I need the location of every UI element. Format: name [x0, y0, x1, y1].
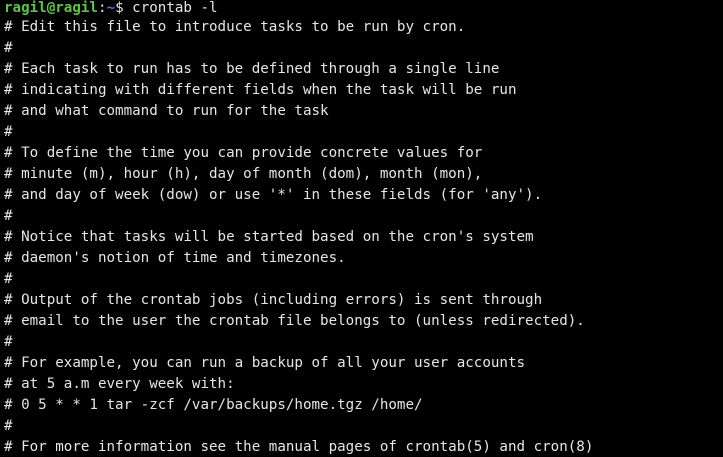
- output-line: # Notice that tasks will be started base…: [4, 229, 534, 245]
- output-line: # daemon's notion of time and timezones.: [4, 250, 346, 266]
- prompt-path: ~: [106, 0, 116, 16]
- prompt-symbol: $: [115, 0, 133, 16]
- terminal-window[interactable]: ragil@ragil:~$ crontab -l # Edit this fi…: [0, 0, 723, 457]
- output-line: # Output of the crontab jobs (including …: [4, 292, 543, 308]
- output-line: #: [4, 334, 13, 350]
- output-line: #: [4, 208, 13, 224]
- output-line: # For more information see the manual pa…: [4, 439, 594, 455]
- output-line: # 0 5 * * 1 tar -zcf /var/backups/home.t…: [4, 397, 423, 413]
- prompt-user-host: ragil@ragil: [4, 0, 98, 16]
- output-line: # Each task to run has to be defined thr…: [4, 61, 500, 77]
- prompt-command: crontab -l: [132, 0, 218, 16]
- output-line: # Edit this file to introduce tasks to b…: [4, 19, 466, 35]
- output-line: #: [4, 124, 13, 140]
- output-line: # indicating with different fields when …: [4, 82, 517, 98]
- output-line: # at 5 a.m every week with:: [4, 376, 235, 392]
- output-line: #: [4, 40, 13, 56]
- output-line: # minute (m), hour (h), day of month (do…: [4, 166, 483, 182]
- output-line: # email to the user the crontab file bel…: [4, 313, 585, 329]
- output-line: # and what command to run for the task: [4, 103, 329, 119]
- prompt-line: ragil@ragil:~$ crontab -l: [4, 0, 723, 17]
- output-line: # For example, you can run a backup of a…: [4, 355, 526, 371]
- output-line: #: [4, 418, 13, 434]
- output-line: # and day of week (dow) or use '*' in th…: [4, 187, 543, 203]
- prompt-separator: :: [97, 0, 107, 16]
- output-line: #: [4, 271, 13, 287]
- output-line: # To define the time you can provide con…: [4, 145, 483, 161]
